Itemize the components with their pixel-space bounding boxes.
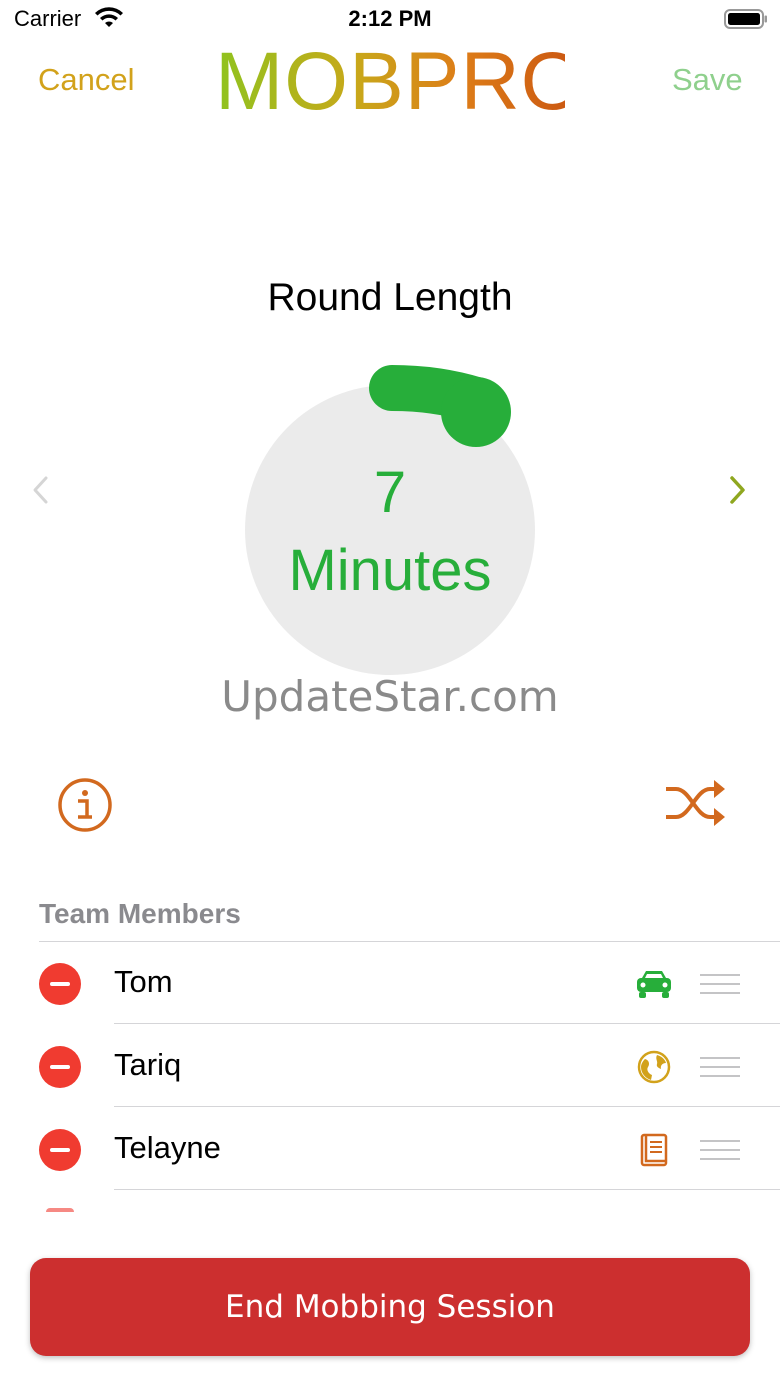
- partial-delete-button: [46, 1208, 74, 1212]
- list-item[interactable]: Tariq: [0, 1025, 780, 1107]
- end-session-button[interactable]: End Mobbing Session: [30, 1258, 750, 1356]
- member-name: Telayne: [114, 1130, 221, 1165]
- info-icon[interactable]: [56, 776, 114, 834]
- cancel-button[interactable]: Cancel: [38, 62, 135, 98]
- round-length-title: Round Length: [267, 276, 513, 319]
- book-icon: [640, 1133, 668, 1167]
- delete-member-button[interactable]: [39, 963, 81, 1005]
- save-button[interactable]: Save: [672, 62, 743, 98]
- member-name: Tom: [114, 964, 173, 999]
- member-name: Tariq: [114, 1047, 182, 1082]
- separator: [114, 1023, 780, 1024]
- round-length-unit: Minutes: [288, 538, 492, 603]
- list-item[interactable]: Telayne: [0, 1108, 780, 1190]
- drag-handle-icon[interactable]: [698, 1055, 742, 1079]
- delete-member-button[interactable]: [39, 1129, 81, 1171]
- globe-icon: [637, 1050, 671, 1084]
- team-members-header: Team Members: [39, 898, 241, 929]
- separator: [114, 1189, 780, 1190]
- app-logo: MOBPRO: [215, 34, 584, 134]
- chevron-right-icon[interactable]: [724, 470, 754, 510]
- delete-member-button[interactable]: [39, 1046, 81, 1088]
- chevron-left-icon[interactable]: [26, 470, 56, 510]
- watermark-text: UpdateStar.com: [221, 672, 559, 721]
- list-item[interactable]: Tom: [0, 942, 780, 1024]
- separator: [114, 1106, 780, 1107]
- dial-knob[interactable]: [441, 377, 511, 447]
- drag-handle-icon[interactable]: [698, 1138, 742, 1162]
- battery-icon: [724, 9, 767, 29]
- round-length-value: 7: [373, 460, 407, 525]
- drag-handle-icon[interactable]: [698, 972, 742, 996]
- status-time: 2:12 PM: [348, 6, 432, 31]
- app-logo-text: MOBPRO: [215, 34, 584, 130]
- shuffle-icon[interactable]: [662, 776, 728, 830]
- car-icon: [637, 971, 671, 998]
